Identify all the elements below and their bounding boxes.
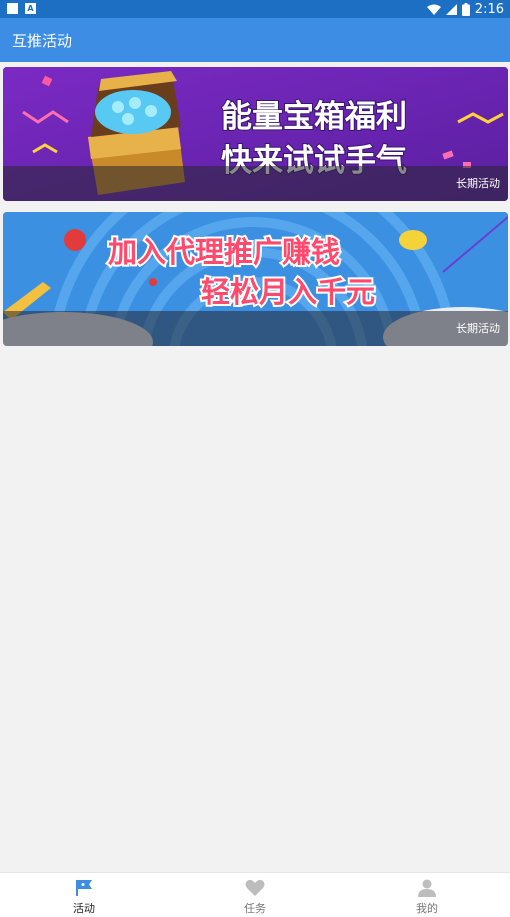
nav-tab-tasks[interactable]: 任务 [195, 873, 315, 917]
flag-icon [76, 880, 92, 896]
person-icon [418, 879, 436, 897]
signal-icon [445, 3, 457, 15]
battery-icon [461, 2, 470, 16]
nav-label: 活动 [73, 902, 95, 915]
banner-caption-strip [3, 311, 508, 346]
banner-title-line1: 能量宝箱福利 [221, 99, 407, 135]
heart-icon [245, 879, 265, 896]
banner-title-line2: 轻松月入千元 [201, 275, 375, 309]
page-title: 互推活动 [12, 32, 73, 50]
nav-tab-profile[interactable]: 我的 [367, 873, 487, 917]
banner-tag: 长期活动 [456, 322, 500, 335]
status-bar: A 2:16 [0, 0, 510, 18]
nav-label: 任务 [244, 902, 266, 915]
status-time: 2:16 [474, 1, 504, 17]
notification-icon [7, 3, 18, 14]
banner-tag: 长期活动 [456, 177, 500, 190]
banner-agent-promotion[interactable]: 加入代理推广赚钱 轻松月入千元 长期活动 [3, 212, 508, 346]
bottom-navigation: 活动 任务 我的 [0, 872, 510, 917]
banner-energy-chest[interactable]: 能量宝箱福利 快来试试手气 长期活动 [3, 67, 508, 201]
nav-label: 我的 [416, 902, 438, 915]
banner-caption-strip [3, 166, 508, 201]
banner-title-line1: 加入代理推广赚钱 [108, 235, 340, 269]
nav-tab-activities[interactable]: 活动 [24, 873, 144, 917]
app-notification-icon: A [25, 3, 36, 14]
wifi-icon [426, 4, 441, 15]
app-bar: 互推活动 [0, 18, 510, 62]
